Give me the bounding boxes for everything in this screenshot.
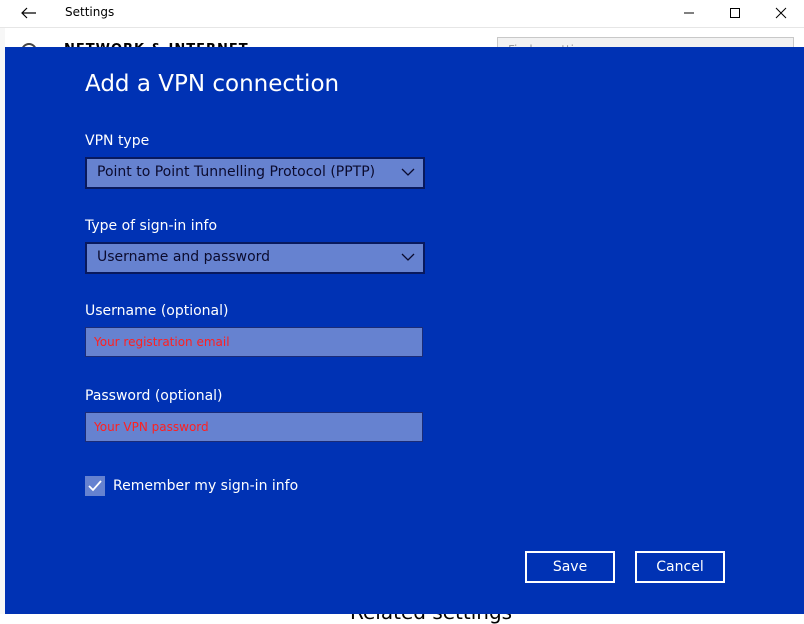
back-button[interactable]: [14, 3, 44, 23]
signin-type-select[interactable]: Username and password: [85, 242, 425, 274]
window-title: Settings: [65, 5, 115, 19]
cancel-button[interactable]: Cancel: [635, 551, 725, 583]
close-icon: [775, 7, 787, 19]
dialog-title: Add a VPN connection: [85, 71, 340, 97]
vpn-type-select[interactable]: Point to Point Tunnelling Protocol (PPTP…: [85, 157, 425, 189]
minimize-button[interactable]: [666, 0, 712, 26]
minimize-icon: [684, 12, 694, 14]
add-vpn-dialog: Add a VPN connection VPN type Point to P…: [5, 47, 804, 614]
signin-type-value: Username and password: [97, 249, 271, 265]
maximize-button[interactable]: [712, 0, 758, 26]
remember-signin-checkbox[interactable]: [85, 476, 105, 496]
window-titlebar: Settings: [0, 0, 804, 28]
chevron-down-icon: [401, 253, 415, 261]
save-button[interactable]: Save: [525, 551, 615, 583]
remember-signin-label[interactable]: Remember my sign-in info: [113, 478, 298, 494]
arrow-left-icon: [21, 7, 36, 19]
checkmark-icon: [88, 480, 102, 492]
chevron-down-icon: [401, 168, 415, 176]
vpn-type-value: Point to Point Tunnelling Protocol (PPTP…: [97, 164, 376, 180]
vpn-type-label: VPN type: [85, 133, 150, 149]
username-input[interactable]: [85, 327, 423, 357]
username-label: Username (optional): [85, 303, 229, 319]
maximize-icon: [730, 8, 740, 18]
password-input[interactable]: [85, 412, 423, 442]
password-label: Password (optional): [85, 388, 223, 404]
signin-type-label: Type of sign-in info: [85, 218, 218, 234]
close-button[interactable]: [758, 0, 804, 26]
